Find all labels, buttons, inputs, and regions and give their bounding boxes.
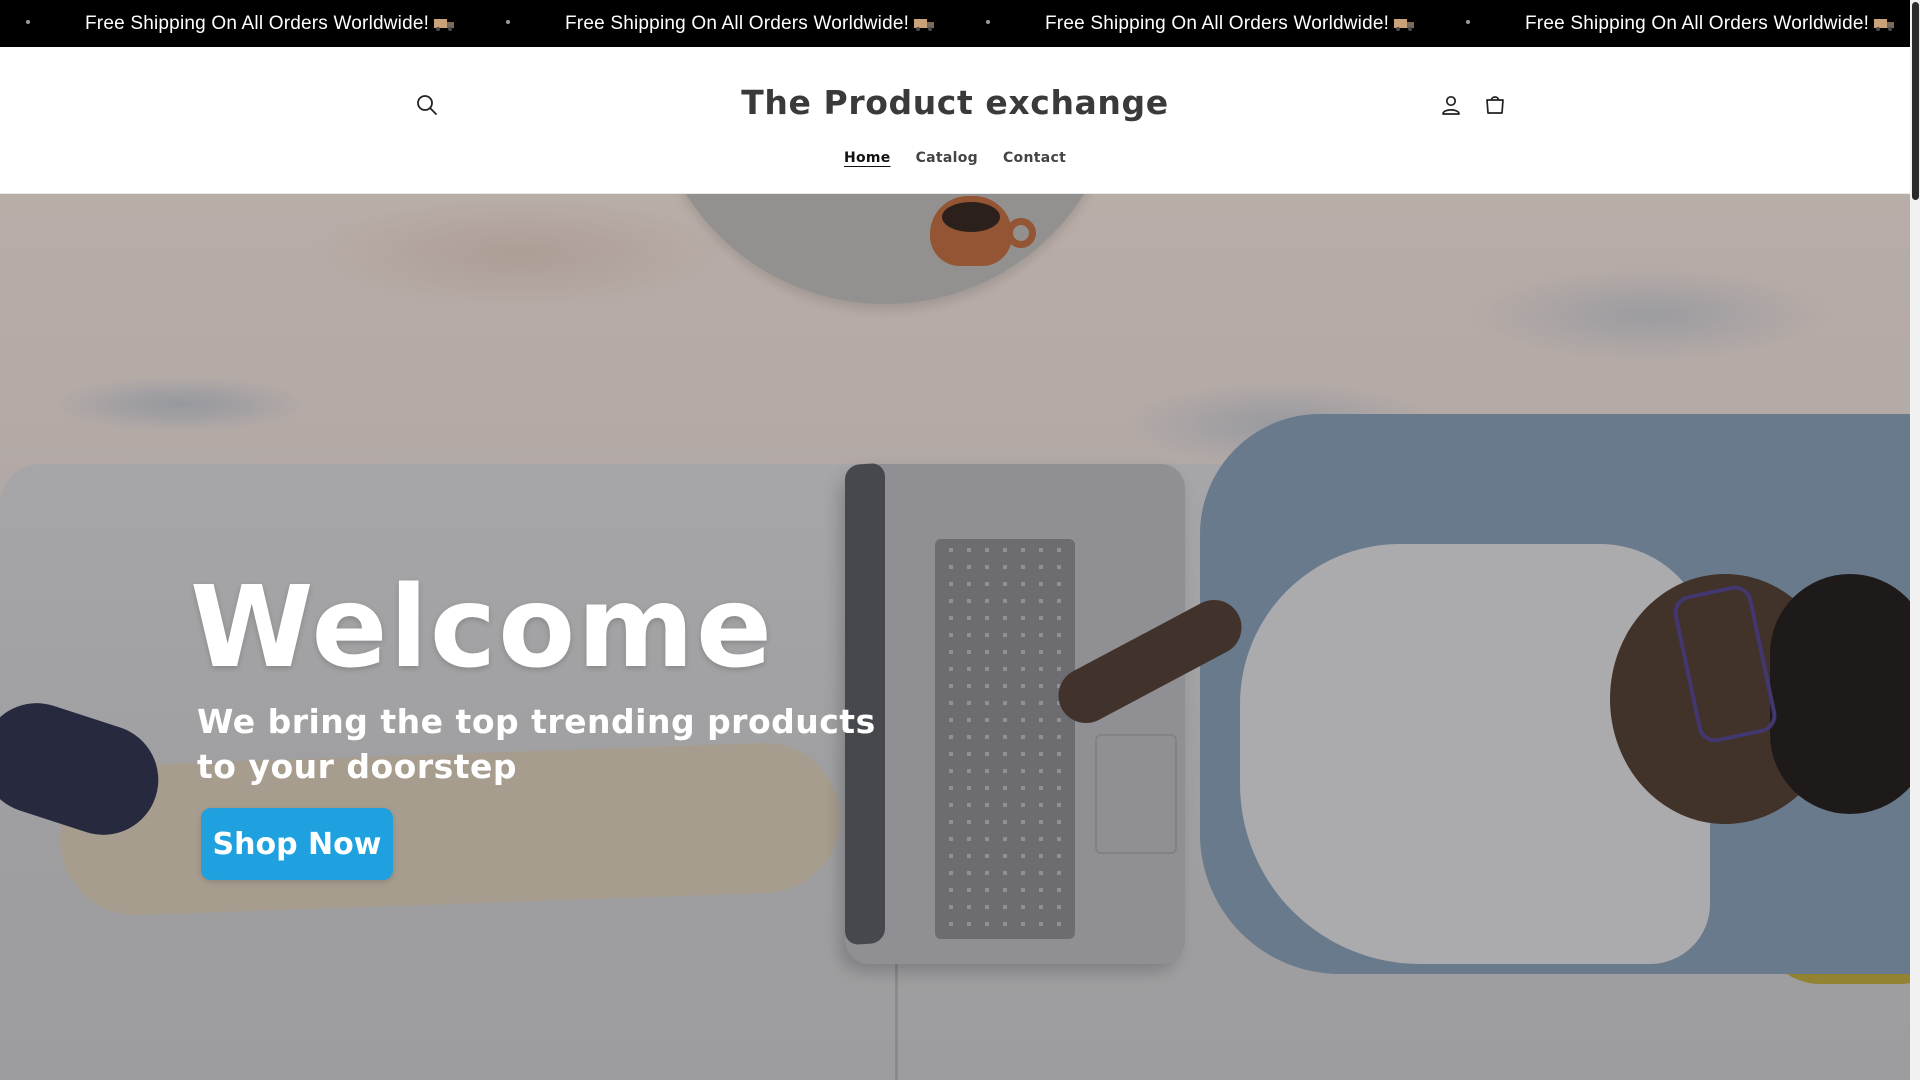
cart-button[interactable]: [1478, 88, 1512, 122]
separator-dot: [506, 20, 510, 24]
separator-dot: [1466, 20, 1470, 24]
separator-dot: [986, 20, 990, 24]
truck-icon: [1394, 19, 1415, 31]
truck-icon: [914, 19, 935, 31]
account-icon: [1442, 95, 1460, 115]
separator-dot: [26, 20, 30, 24]
hero-title: Welcome: [190, 563, 774, 693]
nav-item-catalog[interactable]: Catalog: [916, 150, 978, 166]
truck-icon: [434, 19, 455, 31]
site-logo[interactable]: The Product exchange: [0, 83, 1910, 122]
truck-icon: [1874, 19, 1895, 31]
site-header: The Product exchange Home Catalog Contac…: [0, 47, 1910, 194]
scrollbar-thumb[interactable]: [1912, 2, 1919, 200]
announcement-item: Free Shipping On All Orders Worldwide!: [565, 0, 935, 47]
account-button[interactable]: [1434, 88, 1468, 122]
cart-icon: [1486, 96, 1504, 114]
announcement-item: Free Shipping On All Orders Worldwide!: [1525, 0, 1895, 47]
hero-banner: Welcome We bring the top trending produc…: [0, 194, 1910, 1080]
hero-subtitle: We bring the top trending products to yo…: [197, 702, 876, 786]
main-nav: Home Catalog Contact: [0, 150, 1910, 166]
shop-now-button[interactable]: Shop Now: [201, 808, 393, 880]
nav-item-home[interactable]: Home: [844, 150, 891, 166]
announcement-item: Free Shipping On All Orders Worldwide!: [85, 0, 455, 47]
announcement-bar: Free Shipping On All Orders Worldwide! F…: [0, 0, 1910, 47]
nav-item-contact[interactable]: Contact: [1003, 150, 1066, 166]
scrollbar[interactable]: [1910, 0, 1920, 1080]
announcement-item: Free Shipping On All Orders Worldwide!: [1045, 0, 1415, 47]
